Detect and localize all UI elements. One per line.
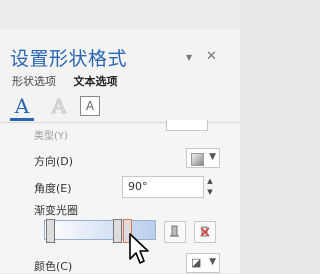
gradient-stop[interactable] xyxy=(46,219,55,243)
chevron-down-icon[interactable]: ▾ xyxy=(186,50,192,64)
mouse-cursor-icon xyxy=(129,233,149,264)
direction-preview-icon xyxy=(191,153,204,166)
pane-title: 设置形状格式 xyxy=(10,48,128,70)
spin-down-icon[interactable]: ▼ xyxy=(205,187,215,198)
gradient-stops-label: 渐变光圈 xyxy=(34,204,78,217)
paint-bucket-icon: ◪ xyxy=(191,256,202,269)
clipped-row-control[interactable] xyxy=(166,120,208,131)
gradient-stop[interactable] xyxy=(113,219,122,243)
angle-input[interactable]: 90° xyxy=(122,176,204,198)
color-label: 颜色(C) xyxy=(34,260,73,273)
format-shape-pane: 设置形状格式 ▾ ✕ 形状选项 文本选项 A A A 类型(Y) 方向(D) ▼… xyxy=(0,0,240,273)
text-fill-icon[interactable]: A xyxy=(10,94,34,121)
remove-gradient-stop-icon[interactable] xyxy=(194,221,216,243)
tab-shape-options[interactable]: 形状选项 xyxy=(12,73,56,89)
angle-label: 角度(E) xyxy=(34,182,72,195)
angle-spinner[interactable]: ▲ ▼ xyxy=(205,176,215,198)
color-picker-button[interactable]: ◪ ▼ xyxy=(186,253,220,273)
chevron-down-icon: ▼ xyxy=(209,257,216,267)
text-outline-icon[interactable]: A xyxy=(47,94,71,118)
pane-tabs: 形状选项 文本选项 xyxy=(12,73,132,89)
angle-value: 90° xyxy=(128,180,148,193)
gradient-settings-section xyxy=(0,124,240,273)
direction-dropdown[interactable]: ▼ xyxy=(186,148,220,168)
clipped-row-label: 类型(Y) xyxy=(34,131,68,142)
chevron-down-icon: ▼ xyxy=(209,152,216,162)
close-icon[interactable]: ✕ xyxy=(206,49,217,64)
add-gradient-stop-icon[interactable] xyxy=(164,221,186,243)
direction-label: 方向(D) xyxy=(34,155,74,168)
text-effects-icons: A A A xyxy=(10,94,120,122)
pane-top-strip xyxy=(0,0,240,30)
text-box-icon[interactable]: A xyxy=(80,96,100,116)
tab-text-options[interactable]: 文本选项 xyxy=(74,73,118,89)
spin-up-icon[interactable]: ▲ xyxy=(205,176,215,187)
